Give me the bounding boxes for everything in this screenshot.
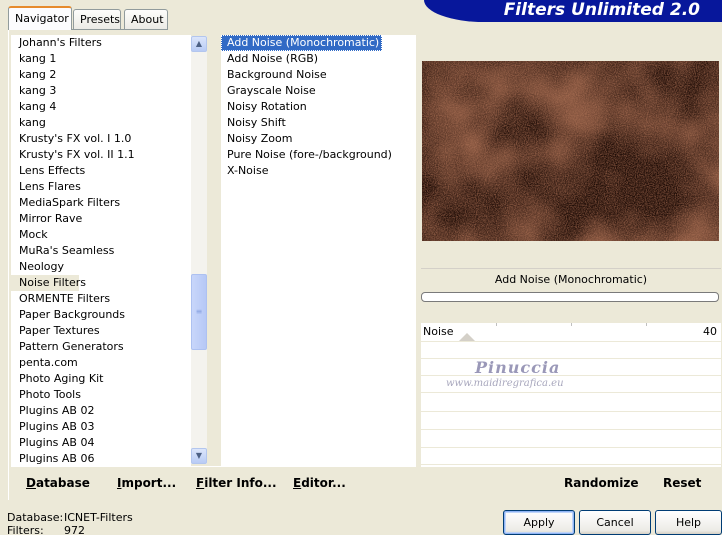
cancel-button[interactable]: Cancel [579, 510, 651, 535]
grip-icon: ≡ [195, 307, 203, 316]
category-item[interactable]: Plugins AB 06 [11, 451, 94, 467]
filters-count-value: 972 [64, 524, 85, 535]
randomize-button[interactable]: Randomize [564, 476, 638, 490]
reset-button[interactable]: Reset [663, 476, 701, 490]
category-item[interactable]: ORMENTE Filters [11, 291, 110, 307]
category-item[interactable]: kang [11, 115, 46, 131]
noise-texture [422, 61, 719, 241]
category-item[interactable]: Johann's Filters [11, 35, 102, 51]
preview-filter-name: Add Noise (Monochromatic) [421, 268, 721, 290]
filter-item[interactable]: X-Noise [221, 163, 271, 179]
category-item[interactable]: Noise Filters [11, 275, 86, 291]
category-item[interactable]: MuRa's Seamless [11, 243, 114, 259]
param-row-empty [421, 342, 721, 359]
category-item[interactable]: Lens Flares [11, 179, 81, 195]
category-item[interactable]: kang 1 [11, 51, 56, 67]
category-item[interactable]: Photo Aging Kit [11, 371, 103, 387]
right-toolbar: Randomize Reset [421, 466, 721, 494]
category-item[interactable]: Paper Backgrounds [11, 307, 125, 323]
scrollbar-thumb[interactable]: ≡ [191, 274, 207, 350]
filter-item[interactable]: Pure Noise (fore-/background) [221, 147, 395, 163]
slider-tick [496, 323, 497, 326]
category-item[interactable]: kang 4 [11, 99, 56, 115]
param-row-empty [421, 359, 721, 376]
category-scrollbar[interactable]: ▲ ≡ ▼ [191, 36, 207, 464]
category-item[interactable]: Mirror Rave [11, 211, 82, 227]
category-item[interactable]: Paper Textures [11, 323, 100, 339]
category-item[interactable]: kang 3 [11, 83, 56, 99]
filter-item[interactable]: Noisy Zoom [221, 131, 295, 147]
app-title: Filters Unlimited 2.0 [424, 0, 722, 22]
slider-thumb-icon[interactable] [459, 333, 475, 341]
filter-item[interactable]: Add Noise (Monochromatic) [221, 35, 383, 51]
preview-image [422, 61, 719, 241]
tab-navigator-label: Navigator [15, 12, 69, 25]
category-item[interactable]: Plugins AB 04 [11, 435, 94, 451]
help-button[interactable]: Help [655, 510, 722, 535]
category-item[interactable]: Neology [11, 259, 64, 275]
tab-about[interactable]: About [124, 9, 168, 29]
chevron-up-icon[interactable]: ▲ [191, 36, 207, 52]
filter-item[interactable]: Background Noise [221, 67, 330, 83]
import-button[interactable]: Import... [117, 476, 176, 490]
param-row-empty [421, 448, 721, 465]
category-list[interactable]: Johann's Filters kang 1 kang 2 kang 3 kang 4… [11, 35, 191, 466]
tab-presets-label: Presets [80, 13, 121, 26]
tab-presets[interactable]: Presets [73, 9, 121, 29]
param-noise-label: Noise [423, 325, 454, 338]
param-row-empty [421, 395, 721, 412]
filters-count-label: Filters: [7, 524, 44, 535]
database-value: ICNET-Filters [64, 511, 133, 524]
param-noise-value: 40 [703, 325, 717, 338]
category-item[interactable]: Photo Tools [11, 387, 81, 403]
filter-item[interactable]: Grayscale Noise [221, 83, 319, 99]
category-item[interactable]: Krusty's FX vol. II 1.1 [11, 147, 135, 163]
slider-tick [571, 323, 572, 326]
tab-about-label: About [131, 13, 164, 26]
filter-list[interactable]: Add Noise (Monochromatic) Add Noise (RGB)… [221, 35, 416, 466]
category-item[interactable]: Krusty's FX vol. I 1.0 [11, 131, 131, 147]
filter-item[interactable]: Noisy Shift [221, 115, 289, 131]
category-item[interactable]: penta.com [11, 355, 78, 371]
category-item[interactable]: Plugins AB 02 [11, 403, 94, 419]
chevron-down-icon[interactable]: ▼ [191, 448, 207, 464]
progress-bar [421, 292, 719, 302]
database-button[interactable]: Database [26, 476, 90, 490]
filter-item[interactable]: Noisy Rotation [221, 99, 310, 115]
category-item[interactable]: Plugins AB 03 [11, 419, 94, 435]
param-row-empty [421, 413, 721, 430]
category-item[interactable]: Mock [11, 227, 48, 243]
left-toolbar: Database Import... Filter Info... Editor… [11, 466, 416, 494]
filter-info-button[interactable]: Filter Info... [196, 476, 277, 490]
slider-tick [646, 323, 647, 326]
filter-item[interactable]: Add Noise (RGB) [221, 51, 321, 67]
tab-navigator[interactable]: Navigator [8, 6, 72, 30]
param-row-empty [421, 431, 721, 448]
apply-button[interactable]: Apply [503, 510, 575, 535]
category-item[interactable]: kang 2 [11, 67, 56, 83]
watermark-url: www.maidiregrafica.eu [446, 378, 564, 389]
editor-button[interactable]: Editor... [293, 476, 346, 490]
category-item[interactable]: MediaSpark Filters [11, 195, 120, 211]
watermark-name: Pinuccia [475, 358, 561, 377]
category-item[interactable]: Lens Effects [11, 163, 85, 179]
parameter-area: Noise 40 [421, 323, 721, 466]
category-item[interactable]: Pattern Generators [11, 339, 124, 355]
database-label: Database: [7, 511, 64, 524]
